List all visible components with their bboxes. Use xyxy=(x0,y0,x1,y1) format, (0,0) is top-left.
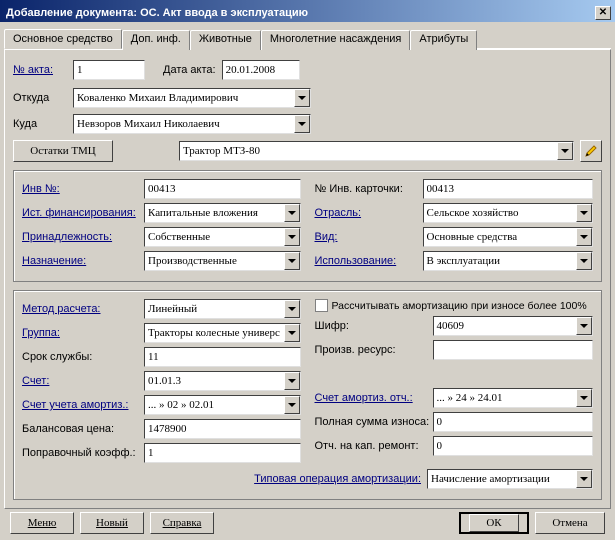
wear-label: Полная сумма износа: xyxy=(315,416,433,428)
dropdown-icon xyxy=(284,228,300,246)
tab-bar: Основное средство Доп. инф. Животные Мно… xyxy=(4,28,611,49)
item-select[interactable]: Трактор МТЗ-80 xyxy=(179,141,574,161)
dropdown-icon xyxy=(576,204,592,222)
cap-input[interactable] xyxy=(433,436,594,456)
window-title: Добавление документа: ОС. Акт ввода в эк… xyxy=(6,7,308,19)
kind-label: Вид: xyxy=(315,231,423,243)
dropdown-icon xyxy=(576,317,592,335)
dropdown-icon xyxy=(557,142,573,160)
dropdown-icon xyxy=(576,470,592,488)
act-date-input[interactable] xyxy=(222,60,300,80)
act-no-label: № акта: xyxy=(13,64,67,76)
over100-checkbox[interactable] xyxy=(315,299,328,312)
dropdown-icon xyxy=(284,372,300,390)
over100-label: Рассчитывать амортизацию при износе боле… xyxy=(332,300,587,312)
life-input[interactable] xyxy=(144,347,301,367)
coef-label: Поправочный коэфф.: xyxy=(22,447,144,459)
fin-select[interactable]: Капитальные вложения xyxy=(144,203,301,223)
wear-input[interactable] xyxy=(433,412,594,432)
close-button[interactable]: ✕ xyxy=(595,6,611,20)
code-label: Шифр: xyxy=(315,320,433,332)
edit-item-button[interactable] xyxy=(580,140,602,162)
to-select[interactable]: Невзоров Михаил Николаевич xyxy=(73,114,311,134)
tab-panel: № акта: Дата акта: Откуда Коваленко Миха… xyxy=(4,49,611,509)
footer: Меню Новый Справка ОК Отмена xyxy=(0,512,615,534)
dropdown-icon xyxy=(576,389,592,407)
method-select[interactable]: Линейный xyxy=(144,299,301,319)
act-no-input[interactable] xyxy=(73,60,145,80)
res-input[interactable] xyxy=(433,340,594,360)
cap-label: Отч. на кап. ремонт: xyxy=(315,440,433,452)
purpose-select[interactable]: Производственные xyxy=(144,251,301,271)
tab-attrs[interactable]: Атрибуты xyxy=(410,30,477,50)
amded-label: Счет амортиз. отч.: xyxy=(315,392,433,404)
amded-select[interactable]: ... » 24 » 24.01 xyxy=(433,388,594,408)
branch-label: Отрасль: xyxy=(315,207,423,219)
acct-label: Счет: xyxy=(22,375,144,387)
coef-input[interactable] xyxy=(144,443,301,463)
use-select[interactable]: В эксплуатации xyxy=(423,251,594,271)
group-classification: Инв №: Ист. финансирования:Капитальные в… xyxy=(13,170,602,282)
help-button[interactable]: Справка xyxy=(150,512,214,534)
bal-input[interactable] xyxy=(144,419,301,439)
res-label: Произв. ресурс: xyxy=(315,344,433,356)
tab-plants[interactable]: Многолетние насаждения xyxy=(261,30,410,50)
branch-select[interactable]: Сельское хозяйство xyxy=(423,203,594,223)
cancel-button[interactable]: Отмена xyxy=(535,512,605,534)
dropdown-icon xyxy=(284,300,300,318)
dropdown-icon xyxy=(294,115,310,133)
kind-select[interactable]: Основные средства xyxy=(423,227,594,247)
method-label: Метод расчета: xyxy=(22,303,144,315)
dropdown-icon xyxy=(284,204,300,222)
purpose-label: Назначение: xyxy=(22,255,144,267)
group-label: Группа: xyxy=(22,327,144,339)
amacct-select[interactable]: ... » 02 » 02.01 xyxy=(144,395,301,415)
dropdown-icon xyxy=(294,89,310,107)
ok-button[interactable]: ОК xyxy=(459,512,529,534)
dropdown-icon xyxy=(284,324,300,342)
menu-button[interactable]: Меню xyxy=(10,512,74,534)
pencil-icon xyxy=(584,144,598,158)
inv-no-label: Инв №: xyxy=(22,183,144,195)
titlebar: Добавление документа: ОС. Акт ввода в эк… xyxy=(0,0,615,22)
bal-label: Балансовая цена: xyxy=(22,423,144,435)
remains-button[interactable]: Остатки ТМЦ xyxy=(13,140,113,162)
from-label: Откуда xyxy=(13,92,67,104)
new-button[interactable]: Новый xyxy=(80,512,144,534)
tab-dopinf[interactable]: Доп. инф. xyxy=(122,30,190,50)
dropdown-icon xyxy=(576,228,592,246)
fin-label: Ист. финансирования: xyxy=(22,207,144,219)
own-label: Принадлежность: xyxy=(22,231,144,243)
typeop-select[interactable]: Начисление амортизации xyxy=(427,469,593,489)
dropdown-icon xyxy=(576,252,592,270)
tab-main[interactable]: Основное средство xyxy=(4,29,122,49)
group-select[interactable]: Тракторы колесные универс xyxy=(144,323,301,343)
dropdown-icon xyxy=(284,396,300,414)
code-select[interactable]: 40609 xyxy=(433,316,594,336)
typeop-label: Типовая операция амортизации: xyxy=(254,473,421,485)
use-label: Использование: xyxy=(315,255,423,267)
to-label: Куда xyxy=(13,118,67,130)
amacct-label: Счет учета амортиз.: xyxy=(22,399,144,411)
acct-select[interactable]: 01.01.3 xyxy=(144,371,301,391)
card-no-label: № Инв. карточки: xyxy=(315,183,423,195)
own-select[interactable]: Собственные xyxy=(144,227,301,247)
tab-animals[interactable]: Животные xyxy=(190,30,261,50)
group-amort: Метод расчета:Линейный Группа:Тракторы к… xyxy=(13,290,602,500)
card-no-input[interactable] xyxy=(423,179,594,199)
dropdown-icon xyxy=(284,252,300,270)
from-select[interactable]: Коваленко Михаил Владимирович xyxy=(73,88,311,108)
inv-no-input[interactable] xyxy=(144,179,301,199)
life-label: Срок службы: xyxy=(22,351,144,363)
act-date-label: Дата акта: xyxy=(163,64,216,76)
